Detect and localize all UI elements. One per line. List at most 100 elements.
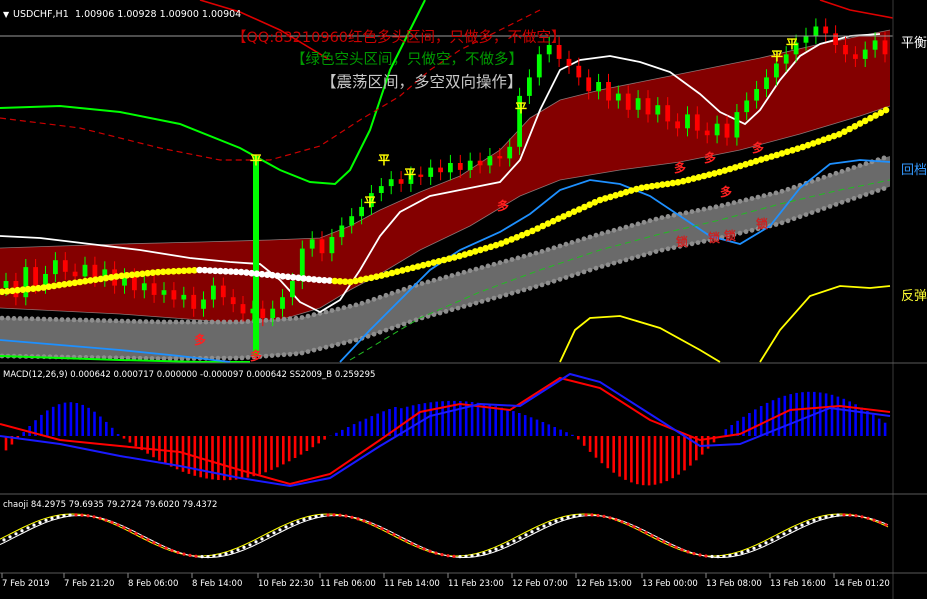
gray-channel-top-dot bbox=[269, 317, 275, 323]
macd-bar bbox=[93, 411, 96, 436]
chaoji-dot bbox=[404, 539, 408, 543]
macd-bar bbox=[134, 436, 138, 447]
gray-channel-top-dot bbox=[545, 247, 551, 253]
chaoji-dot bbox=[176, 550, 180, 555]
gray-channel-top-dot bbox=[383, 292, 389, 298]
candle-body bbox=[477, 160, 483, 166]
gray-channel-top-dot bbox=[551, 245, 557, 251]
macd-bar bbox=[818, 392, 822, 436]
macd-bar bbox=[518, 413, 521, 436]
gray-channel-bottom-dot bbox=[593, 265, 599, 271]
chaoji-dot bbox=[854, 514, 858, 518]
gray-channel-top-dot bbox=[737, 198, 743, 204]
candle-body bbox=[694, 114, 700, 131]
gray-channel-bottom-dot bbox=[347, 339, 353, 344]
candle-body bbox=[675, 121, 680, 129]
gray-channel-top-dot bbox=[305, 313, 311, 319]
chaoji-dot bbox=[392, 533, 396, 537]
gray-channel-top-dot bbox=[209, 319, 215, 325]
macd-bar bbox=[228, 436, 232, 481]
chaoji-dot bbox=[470, 554, 474, 558]
time-label: 8 Feb 14:00 bbox=[192, 579, 242, 589]
chaoji-dot bbox=[314, 514, 318, 519]
gray-channel-top-dot bbox=[401, 286, 407, 292]
chaoji-dot bbox=[80, 513, 84, 517]
gray-channel-top-dot bbox=[5, 315, 11, 321]
candle-body bbox=[230, 297, 236, 305]
gray-channel-bottom-dot bbox=[821, 206, 827, 211]
gray-channel-top-dot bbox=[101, 318, 107, 323]
candle-body bbox=[625, 93, 631, 110]
chaoji-dot bbox=[860, 515, 864, 519]
gray-channel-top-dot bbox=[11, 316, 17, 321]
gray-channel-bottom-dot bbox=[737, 230, 743, 236]
gray-channel-bottom-dot bbox=[353, 337, 359, 343]
candle-body bbox=[62, 260, 68, 272]
chaoji-dot bbox=[356, 517, 360, 521]
macd-bar bbox=[582, 436, 586, 446]
macd-bar bbox=[51, 406, 55, 436]
chaoji-dot bbox=[440, 553, 444, 557]
chaoji-dot bbox=[374, 524, 378, 528]
gray-channel-top-dot bbox=[41, 316, 47, 322]
macd-bar bbox=[801, 392, 804, 436]
trading-chart[interactable]: 平平平平平平平多多多多多多多锁锁锁锁 ▼ USDCHF,H1 1.00906 1… bbox=[0, 0, 927, 599]
macd-bar bbox=[872, 414, 875, 436]
candle-body bbox=[438, 167, 443, 173]
candle-body bbox=[546, 45, 552, 55]
gray-channel-top-dot bbox=[227, 319, 233, 325]
label-balance: 平衡 bbox=[901, 36, 927, 51]
gray-channel-top-dot bbox=[881, 155, 887, 161]
candle-body bbox=[418, 174, 424, 177]
signal-flat: 平 bbox=[250, 153, 262, 167]
gray-channel-top-dot bbox=[59, 317, 65, 322]
candle-body bbox=[349, 216, 355, 226]
gray-channel-bottom-dot bbox=[287, 351, 293, 357]
candle-body bbox=[823, 26, 829, 34]
gray-channel-bottom-dot bbox=[545, 280, 551, 286]
signal-long: 多 bbox=[674, 160, 686, 175]
gray-channel-top-dot bbox=[665, 214, 671, 219]
candle-body bbox=[33, 267, 38, 286]
macd-bar bbox=[459, 401, 462, 436]
chaoji-dot bbox=[146, 538, 150, 542]
gray-channel-bottom-dot bbox=[581, 269, 587, 275]
chaoji-dot bbox=[668, 543, 672, 547]
chaoji-dot bbox=[158, 543, 162, 548]
symbol-dropdown-icon[interactable]: ▼ bbox=[3, 10, 10, 19]
chaoji-dot bbox=[194, 554, 198, 558]
chaoji-dot bbox=[326, 513, 330, 517]
chaoji-dot bbox=[62, 514, 66, 518]
chaoji-dot bbox=[572, 514, 576, 518]
gray-channel-top-dot bbox=[647, 218, 653, 224]
gray-channel-bottom-dot bbox=[779, 220, 785, 226]
macd-bar bbox=[641, 436, 645, 486]
gray-channel-top-dot bbox=[629, 223, 635, 228]
candle-body bbox=[615, 93, 621, 101]
chaoji-dot bbox=[50, 516, 54, 521]
gray-channel-top-dot bbox=[23, 316, 29, 321]
gray-channel-top-dot bbox=[293, 315, 299, 321]
gray-channel-bottom-dot bbox=[497, 294, 503, 299]
macd-bar bbox=[577, 436, 580, 440]
chaoji-dot bbox=[698, 553, 702, 557]
gray-channel-bottom-dot bbox=[617, 259, 623, 264]
chaoji-dot bbox=[464, 554, 468, 559]
ma-dot bbox=[882, 106, 890, 114]
chaoji-dot bbox=[92, 515, 96, 519]
gray-channel-top-dot bbox=[35, 316, 41, 322]
macd-bar bbox=[116, 434, 120, 436]
gray-channel-top-dot bbox=[509, 257, 515, 262]
macd-bar bbox=[22, 432, 25, 436]
chaoji-dot bbox=[794, 526, 798, 530]
macd-bar bbox=[352, 424, 356, 436]
chaoji-dot bbox=[674, 545, 678, 549]
chaoji-dot bbox=[866, 516, 870, 520]
macd-bar bbox=[547, 424, 551, 436]
signal-long: 多 bbox=[704, 150, 716, 165]
gray-channel-top-dot bbox=[827, 172, 833, 178]
chaoji-dot bbox=[500, 545, 504, 549]
chaoji-dot bbox=[770, 538, 774, 542]
gray-channel-top-dot bbox=[755, 194, 761, 200]
gray-channel-top-dot bbox=[245, 319, 251, 324]
